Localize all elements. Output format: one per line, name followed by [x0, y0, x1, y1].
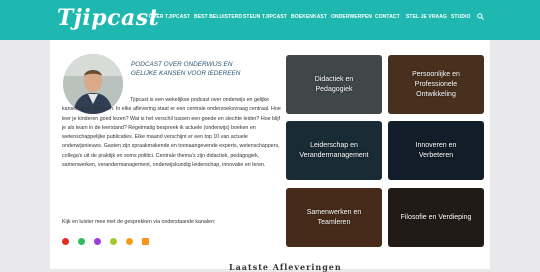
podcast-icon[interactable] — [94, 238, 101, 245]
tile-label: Filosofie en Verdieping — [400, 213, 472, 221]
tile-label: Teamleren — [317, 218, 351, 226]
tile-label: Professionele — [414, 80, 458, 88]
tile-label: Pedagogiek — [315, 85, 353, 93]
nav-item-onderwerpen[interactable]: ONDERWERPEN — [331, 14, 372, 20]
youtube-icon[interactable] — [62, 238, 69, 245]
listen-text: Kijk en luister mee met de gesprekken vi… — [62, 219, 216, 225]
intro-text: Tjipcast is een wekelijkse podcast over … — [62, 97, 281, 169]
tile-label: Verbeteren — [418, 151, 454, 159]
section-title: Laatste Afleveringen — [229, 262, 342, 272]
rss-icon[interactable] — [142, 238, 149, 245]
tile-label: Didactiek en — [314, 75, 354, 83]
android-icon[interactable] — [110, 238, 117, 245]
tile-innoveren-verbeteren[interactable]: Innoveren en Verbeteren — [388, 121, 484, 180]
tile-didactiek-pedagogiek[interactable]: Didactiek en Pedagogiek — [286, 55, 382, 114]
nav-item-contact[interactable]: CONTACT — [375, 14, 400, 20]
nav-item-stel-je-vraag[interactable]: STEL JE VRAAG — [406, 14, 447, 20]
tile-leiderschap-verandermanagement[interactable]: Leiderschap en Verandermanagement — [286, 121, 382, 180]
site-header: Tjipcast OVER TJIPCAST BEST BELUISTERD S… — [0, 0, 540, 40]
tile-label: Ontwikkeling — [416, 90, 456, 98]
tile-persoonlijke-ontwikkeling[interactable]: Persoonlijke en Professionele Ontwikkeli… — [388, 55, 484, 114]
tile-label: Leiderschap en — [310, 141, 358, 149]
tile-label: Verandermanagement — [299, 151, 369, 159]
headline-line-2: GELIJKE KANSEN VOOR IEDEREEN — [131, 70, 241, 78]
tile-label: Innoveren en — [415, 141, 457, 149]
tile-label: Samenwerken en — [306, 208, 362, 216]
search-icon[interactable] — [477, 13, 484, 20]
spotify-icon[interactable] — [78, 238, 85, 245]
nav-item-over-tjipcast[interactable]: OVER TJIPCAST — [149, 14, 190, 20]
site-logo[interactable]: Tjipcast — [57, 5, 159, 31]
tile-samenwerken-teamleren[interactable]: Samenwerken en Teamleren — [286, 188, 382, 247]
tile-filosofie-verdieping[interactable]: Filosofie en Verdieping — [388, 188, 484, 247]
nav-item-best-beluisterd[interactable]: BEST BELUISTERD — [194, 14, 242, 20]
stitcher-icon[interactable] — [126, 238, 133, 245]
nav-item-studio[interactable]: STUDIO — [451, 14, 471, 20]
nav-item-boekenkast[interactable]: BOEKENKAST — [291, 14, 327, 20]
tile-label: Persoonlijke en — [412, 70, 460, 78]
intro-headline: PODCAST OVER ONDERWIJS EN GELIJKE KANSEN… — [131, 60, 251, 79]
headline-line-1: PODCAST OVER ONDERWIJS EN — [131, 61, 233, 68]
nav-item-steun-tjipcast[interactable]: STEUN TJIPCAST — [243, 14, 287, 20]
